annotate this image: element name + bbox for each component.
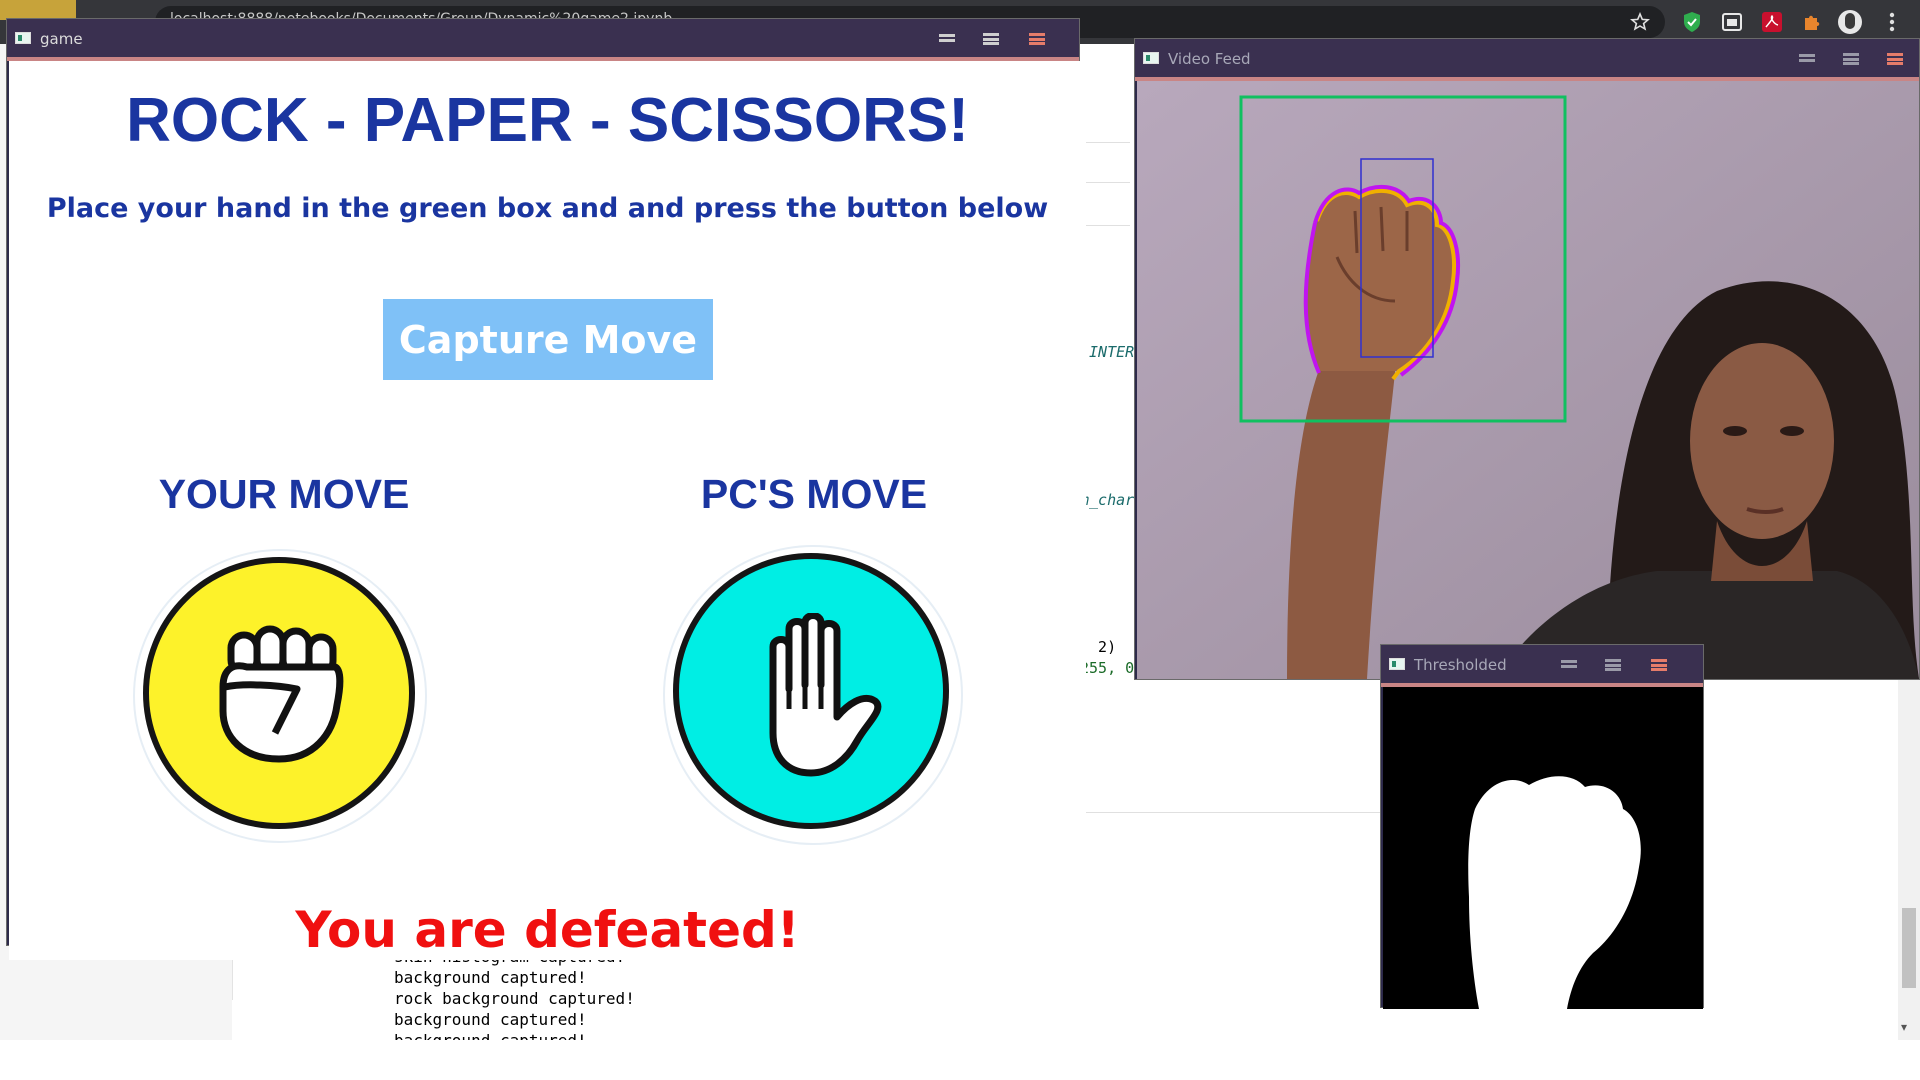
cell-divider xyxy=(1080,225,1130,226)
code-fragment: m_char xyxy=(1080,491,1135,509)
window-title: game xyxy=(40,30,83,48)
video-feed-window[interactable]: Video Feed xyxy=(1134,38,1920,680)
output-line: background captured! xyxy=(394,968,587,987)
game-window[interactable]: game ROCK - PAPER - SCISSORS! Place your… xyxy=(6,18,1086,960)
threshold-mask xyxy=(1383,687,1703,1009)
close-icon[interactable] xyxy=(1887,51,1903,65)
cell-divider xyxy=(1080,182,1130,183)
game-instruction: Place your hand in the green box and and… xyxy=(46,193,1049,224)
your-move-circle xyxy=(143,557,415,829)
cell-divider xyxy=(1080,142,1130,143)
menu-icon[interactable] xyxy=(1880,10,1904,34)
window-app-icon xyxy=(1143,52,1159,64)
window-app-icon xyxy=(1389,658,1405,670)
shield-extension-icon[interactable] xyxy=(1680,10,1704,34)
maximize-icon[interactable] xyxy=(1843,51,1859,65)
camera-image xyxy=(1137,81,1919,679)
code-fragment: .INTER xyxy=(1080,343,1135,361)
maximize-icon[interactable] xyxy=(983,31,999,45)
tab-thumbnail[interactable] xyxy=(0,0,76,20)
window-title: Thresholded xyxy=(1414,656,1507,674)
close-icon[interactable] xyxy=(1029,31,1045,45)
window-icon[interactable] xyxy=(1720,10,1744,34)
game-titlebar[interactable]: game xyxy=(7,19,1079,57)
puzzle-icon[interactable] xyxy=(1800,10,1824,34)
paper-hand-icon xyxy=(769,613,882,777)
avatar[interactable] xyxy=(1838,10,1862,34)
scrollbar-thumb[interactable] xyxy=(1902,908,1916,988)
your-move-label: YOUR MOVE xyxy=(158,471,410,517)
game-heading: ROCK - PAPER - SCISSORS! xyxy=(126,86,969,155)
maximize-icon[interactable] xyxy=(1605,657,1621,671)
output-line: rock background captured! xyxy=(394,989,635,1008)
bottom-strip xyxy=(0,1040,1920,1080)
video-titlebar[interactable]: Video Feed xyxy=(1135,39,1919,77)
video-frame xyxy=(1137,81,1919,679)
game-canvas: ROCK - PAPER - SCISSORS! Place your hand… xyxy=(9,61,1086,960)
window-app-icon xyxy=(15,32,31,44)
code-fragment: 255, 0 xyxy=(1080,659,1135,677)
capture-move-button[interactable]: Capture Move xyxy=(383,299,713,380)
thresholded-window[interactable]: Thresholded xyxy=(1380,644,1704,1009)
scroll-down-arrow-icon[interactable]: ▾ xyxy=(1901,1020,1907,1034)
output-line: background captured! xyxy=(394,1010,587,1029)
thresholded-titlebar[interactable]: Thresholded xyxy=(1381,645,1703,683)
rock-fist-icon xyxy=(219,625,344,763)
pdf-icon[interactable] xyxy=(1760,10,1784,34)
minimize-icon[interactable] xyxy=(1799,51,1815,65)
pc-move-circle xyxy=(673,553,949,829)
result-message: You are defeated! xyxy=(295,901,800,959)
hand-mask-image xyxy=(1383,687,1703,1009)
close-icon[interactable] xyxy=(1651,657,1667,671)
window-title: Video Feed xyxy=(1168,50,1251,68)
star-icon[interactable] xyxy=(1628,10,1652,34)
pc-move-label: PC'S MOVE xyxy=(700,471,928,517)
minimize-icon[interactable] xyxy=(939,31,955,45)
minimize-icon[interactable] xyxy=(1561,657,1577,671)
